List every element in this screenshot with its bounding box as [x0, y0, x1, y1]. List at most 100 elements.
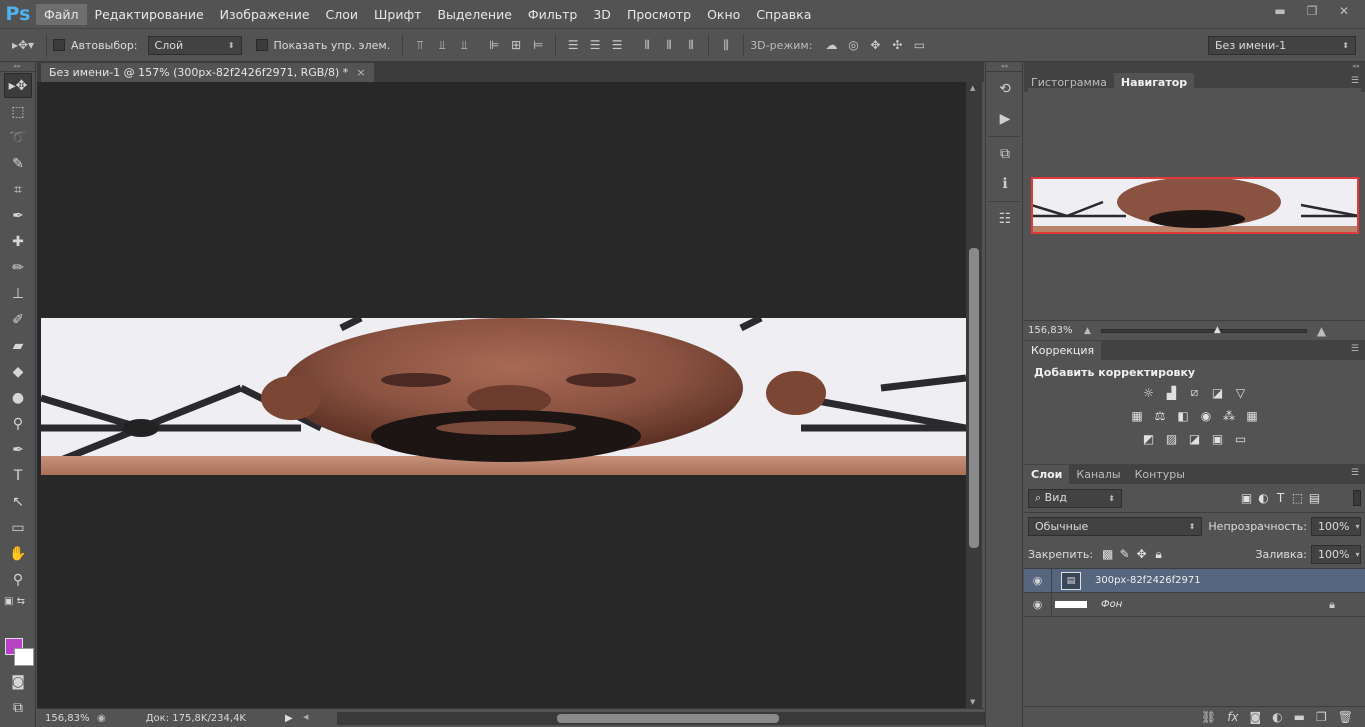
new-group-icon[interactable]: ▬ [1294, 710, 1305, 724]
horizontal-scrollbar[interactable]: ◀ ▶ [303, 712, 997, 725]
scroll-left-icon[interactable]: ◀ [303, 713, 308, 721]
brightness-contrast-icon[interactable]: ☼ [1140, 385, 1157, 400]
lock-transparent-icon[interactable]: ▩ [1099, 547, 1116, 562]
menu-filter[interactable]: Фильтр [520, 4, 585, 25]
add-mask-icon[interactable]: ◙ [1250, 710, 1262, 724]
distribute-vcenter-icon[interactable]: ☰ [586, 36, 604, 54]
menu-image[interactable]: Изображение [212, 4, 318, 25]
show-transform-wrap[interactable]: Показать упр. элем. [255, 39, 390, 52]
zoom-in-icon[interactable]: ▲ [1317, 324, 1326, 338]
brush-tool-icon[interactable]: ✏ [4, 255, 32, 280]
crop-tool-icon[interactable]: ⌗ [4, 177, 32, 202]
color-balance-icon[interactable]: ⚖ [1152, 408, 1169, 423]
distribute-bottom-icon[interactable]: ☰ [608, 36, 626, 54]
distribute-left-icon[interactable]: ⫴ [638, 36, 656, 54]
filter-smart-object-icon[interactable]: ▤ [1306, 491, 1323, 506]
history-panel-icon[interactable]: ⟲ [990, 76, 1020, 102]
align-left-icon[interactable]: ⊫ [485, 36, 503, 54]
vibrance-icon[interactable]: ▽ [1232, 385, 1249, 400]
menu-file[interactable]: Файл [36, 3, 87, 25]
posterize-icon[interactable]: ▨ [1163, 431, 1180, 446]
panel-grip[interactable]: ▸▸ [0, 62, 35, 72]
paint-bucket-tool-icon[interactable]: ◆ [4, 359, 32, 384]
lock-all-icon[interactable]: 🔒︎ [1150, 547, 1167, 562]
navigator-zoom-value[interactable]: 156,83% [1028, 325, 1084, 336]
minimize-button[interactable]: ▬ [1267, 2, 1293, 20]
workspace-select[interactable]: Без имени-1 ⬍ [1208, 36, 1356, 55]
marquee-tool-icon[interactable]: ⬚ [4, 99, 32, 124]
align-top-icon[interactable]: ⫪ [411, 36, 429, 54]
gradient-map-icon[interactable]: ▭ [1232, 431, 1249, 446]
status-info-icon[interactable]: ◉ [97, 713, 106, 724]
dodge-tool-icon[interactable]: ⚲ [4, 411, 32, 436]
quick-select-tool-icon[interactable]: ✎ [4, 151, 32, 176]
eyedropper-tool-icon[interactable]: ✒ [4, 203, 32, 228]
move-tool-icon[interactable]: ▸✥ [4, 73, 32, 98]
type-tool-icon[interactable]: T [4, 463, 32, 488]
filter-pixel-icon[interactable]: ▣ [1238, 491, 1255, 506]
layer-name[interactable]: 300px-82f2426f2971 [1095, 575, 1201, 586]
menu-select[interactable]: Выделение [429, 4, 519, 25]
menu-edit[interactable]: Редактирование [87, 4, 212, 25]
menu-window[interactable]: Окно [699, 4, 748, 25]
3d-orbit-icon[interactable]: ☁ [822, 36, 840, 54]
zoom-slider[interactable]: ▲ [1100, 325, 1307, 335]
screen-mode-icon[interactable]: ⧉ [4, 695, 32, 720]
layer-name[interactable]: Фон [1101, 599, 1122, 610]
autoselect-checkbox-wrap[interactable]: Автовыбор: [53, 39, 138, 52]
distribute-hcenter-icon[interactable]: ⫴ [660, 36, 678, 54]
layer-row[interactable]: ◉ ▤ 300px-82f2426f2971 [1024, 569, 1365, 593]
canvas-area[interactable] [37, 82, 966, 708]
menu-type[interactable]: Шрифт [366, 4, 429, 25]
levels-icon[interactable]: ▟ [1163, 385, 1180, 400]
scroll-down-icon[interactable]: ▼ [970, 698, 975, 706]
delete-layer-icon[interactable]: 🗑︎ [1338, 710, 1353, 724]
history-brush-tool-icon[interactable]: ✐ [4, 307, 32, 332]
autoselect-select[interactable]: Слой ⬍ [147, 35, 242, 55]
black-white-icon[interactable]: ◧ [1175, 408, 1192, 423]
new-layer-icon[interactable]: ❐ [1316, 710, 1327, 724]
distribute-top-icon[interactable]: ☰ [564, 36, 582, 54]
channel-mixer-icon[interactable]: ⁂ [1221, 408, 1238, 423]
layer-style-icon[interactable]: fx [1227, 710, 1238, 724]
info-panel-icon[interactable]: ℹ [990, 171, 1020, 197]
visibility-eye-icon[interactable]: ◉ [1024, 569, 1052, 592]
photo-filter-icon[interactable]: ◉ [1198, 408, 1215, 423]
filter-type-icon[interactable]: T [1272, 491, 1289, 506]
tab-paths[interactable]: Контуры [1128, 465, 1192, 484]
close-button[interactable]: ✕ [1331, 2, 1357, 20]
menu-help[interactable]: Справка [748, 4, 819, 25]
align-right-icon[interactable]: ⊨ [529, 36, 547, 54]
rectangle-tool-icon[interactable]: ▭ [4, 515, 32, 540]
status-zoom[interactable]: 156,83% [45, 713, 93, 724]
actions-panel-icon[interactable]: ▶ [990, 106, 1020, 132]
zoom-out-icon[interactable]: ▲ [1084, 326, 1091, 336]
dock-grip[interactable]: ◂◂ [986, 62, 1022, 72]
eraser-tool-icon[interactable]: ▰ [4, 333, 32, 358]
distribute-right-icon[interactable]: ⫴ [682, 36, 700, 54]
tab-layers[interactable]: Слои [1024, 465, 1070, 484]
restore-button[interactable]: ❐ [1299, 2, 1325, 20]
hand-tool-icon[interactable]: ✋ [4, 541, 32, 566]
lock-image-icon[interactable]: ✎ [1116, 547, 1133, 562]
align-bottom-icon[interactable]: ⫫ [455, 36, 473, 54]
curves-icon[interactable]: ⧄ [1186, 385, 1203, 400]
swap-colors-icon[interactable]: ▣ ⇆ [4, 593, 32, 609]
document-image[interactable] [41, 318, 966, 475]
panel-menu-icon[interactable]: ☰ [1351, 344, 1359, 354]
blur-tool-icon[interactable]: ● [4, 385, 32, 410]
3d-pan-icon[interactable]: ✥ [866, 36, 884, 54]
autoselect-checkbox[interactable] [53, 39, 65, 51]
path-selection-tool-icon[interactable]: ↖ [4, 489, 32, 514]
lasso-tool-icon[interactable]: ➰ [4, 125, 32, 150]
layer-row[interactable]: ◉ Фон 🔒︎ [1024, 593, 1365, 617]
selective-color-icon[interactable]: ▣ [1209, 431, 1226, 446]
color-lookup-icon[interactable]: ▦ [1244, 408, 1261, 423]
background-color-swatch[interactable] [14, 648, 34, 666]
properties-panel-icon[interactable]: ☷ [990, 206, 1020, 232]
threshold-icon[interactable]: ◪ [1186, 431, 1203, 446]
align-hcenter-icon[interactable]: ⊞ [507, 36, 525, 54]
horizontal-scroll-thumb[interactable] [557, 714, 779, 723]
3d-roll-icon[interactable]: ◎ [844, 36, 862, 54]
scroll-up-icon[interactable]: ▲ [970, 84, 975, 92]
